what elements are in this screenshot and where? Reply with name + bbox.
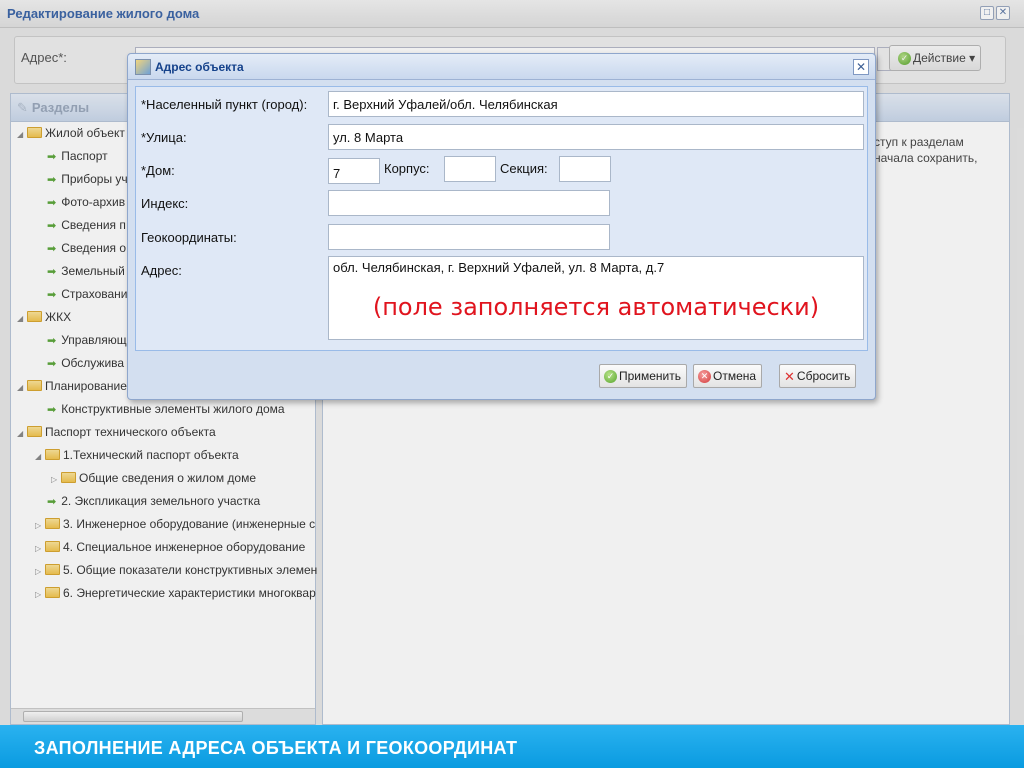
- city-field[interactable]: г. Верхний Уфалей/обл. Челябинская: [328, 91, 864, 117]
- dialog-title: Адрес объекта: [155, 60, 244, 74]
- building-field[interactable]: [444, 156, 496, 182]
- address-dialog: Адрес объекта ✕ *Населенный пункт (город…: [127, 53, 876, 400]
- check-icon: ✓: [604, 370, 617, 384]
- cancel-button[interactable]: ✕ Отмена: [693, 364, 763, 388]
- section-label: Секция:: [500, 161, 548, 176]
- index-label: Индекс:: [141, 196, 189, 211]
- geo-label: Геокоординаты:: [141, 230, 237, 245]
- geo-field[interactable]: [328, 224, 610, 250]
- index-field[interactable]: [328, 190, 610, 216]
- reset-button[interactable]: ✕ Сбросить: [779, 364, 857, 388]
- address-label: Адрес:: [141, 263, 182, 278]
- section-field[interactable]: [559, 156, 611, 182]
- dialog-form: *Населенный пункт (город): г. Верхний Уф…: [135, 86, 868, 351]
- caption-banner: ЗАПОЛНЕНИЕ АДРЕСА ОБЪЕКТА И ГЕОКООРДИНАТ: [0, 725, 1024, 768]
- house-label: *Дом:: [141, 163, 175, 178]
- close-icon[interactable]: ✕: [853, 59, 869, 75]
- house-field[interactable]: 7: [328, 158, 380, 184]
- address-value: обл. Челябинская, г. Верхний Уфалей, ул.…: [333, 260, 665, 275]
- cancel-icon: ✕: [698, 370, 711, 384]
- reset-x-icon: ✕: [784, 369, 795, 384]
- apply-button[interactable]: ✓ Применить: [599, 364, 688, 388]
- map-icon: [135, 59, 151, 75]
- reset-label: Сбросить: [796, 369, 851, 384]
- auto-fill-note: (поле заполняется автоматически): [372, 293, 820, 321]
- caption-text: ЗАПОЛНЕНИЕ АДРЕСА ОБЪЕКТА И ГЕОКООРДИНАТ: [34, 738, 518, 758]
- dialog-titlebar: Адрес объекта ✕: [128, 54, 875, 80]
- street-label: *Улица:: [141, 130, 187, 145]
- building-label: Корпус:: [384, 161, 430, 176]
- address-textarea[interactable]: обл. Челябинская, г. Верхний Уфалей, ул.…: [328, 256, 864, 340]
- cancel-label: Отмена: [713, 369, 757, 383]
- street-field[interactable]: ул. 8 Марта: [328, 124, 864, 150]
- city-label: *Населенный пункт (город):: [141, 97, 308, 112]
- apply-label: Применить: [619, 369, 682, 383]
